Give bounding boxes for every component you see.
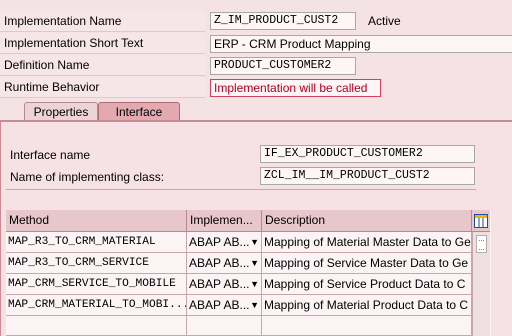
impl-name-field[interactable]: Z_IM_PRODUCT_CUST2: [210, 12, 356, 30]
table-row-implementation-value: ABAP AB...: [189, 235, 250, 249]
table-row-empty: [6, 316, 187, 336]
impl-status-text: Active: [368, 14, 401, 28]
table-row-description[interactable]: Mapping of Service Product Data to C: [262, 274, 472, 295]
table-row-empty: [187, 316, 262, 336]
column-layout-icon[interactable]: [472, 210, 490, 232]
interface-name-label: Interface name: [10, 148, 91, 162]
short-text-field[interactable]: ERP - CRM Product Mapping: [210, 35, 512, 53]
runtime-behavior-field[interactable]: Implementation will be called: [210, 79, 381, 97]
triangle-down-icon[interactable]: ▼: [250, 232, 259, 252]
table-row-implementation[interactable]: ABAP AB... ▼: [187, 295, 262, 316]
interface-divider: [6, 189, 476, 190]
implementing-class-label: Name of implementing class:: [10, 170, 165, 184]
table-row-implementation-value: ABAP AB...: [189, 298, 250, 312]
triangle-down-icon[interactable]: ▼: [250, 253, 259, 273]
table-row-implementation-value: ABAP AB...: [189, 277, 250, 291]
short-text-label: Implementation Short Text: [0, 33, 205, 54]
table-row-implementation-value: ABAP AB...: [189, 256, 250, 270]
table-row-method[interactable]: MAP_R3_TO_CRM_MATERIAL: [6, 232, 187, 253]
vertical-scrollbar[interactable]: [472, 232, 490, 336]
grip-icon: [479, 240, 484, 250]
column-header-implementation[interactable]: Implemen...: [187, 210, 262, 232]
interface-name-field[interactable]: IF_EX_PRODUCT_CUSTOMER2: [260, 145, 475, 163]
runtime-behavior-label: Runtime Behavior: [0, 77, 205, 98]
tab-interface[interactable]: Interface: [98, 102, 180, 121]
table-row-description[interactable]: Mapping of Material Product Data to C: [262, 295, 472, 316]
definition-name-label: Definition Name: [0, 55, 205, 76]
triangle-down-icon[interactable]: ▼: [250, 295, 259, 315]
table-row-implementation[interactable]: ABAP AB... ▼: [187, 232, 262, 253]
table-row-empty: [262, 316, 472, 336]
table-row-implementation[interactable]: ABAP AB... ▼: [187, 253, 262, 274]
column-header-description[interactable]: Description: [262, 210, 472, 232]
scrollbar-thumb[interactable]: [476, 235, 487, 253]
table-row-implementation[interactable]: ABAP AB... ▼: [187, 274, 262, 295]
column-header-method[interactable]: Method: [6, 210, 187, 232]
definition-name-field[interactable]: PRODUCT_CUSTOMER2: [210, 57, 356, 75]
impl-name-label: Implementation Name: [0, 11, 205, 32]
tab-properties[interactable]: Properties: [24, 102, 98, 121]
triangle-down-icon[interactable]: ▼: [250, 274, 259, 294]
table-row-method[interactable]: MAP_R3_TO_CRM_SERVICE: [6, 253, 187, 274]
table-row-description[interactable]: Mapping of Material Master Data to Ge: [262, 232, 472, 253]
table-row-method[interactable]: MAP_CRM_SERVICE_TO_MOBILE: [6, 274, 187, 295]
table-row-description[interactable]: Mapping of Service Master Data to Ge: [262, 253, 472, 274]
table-row-method[interactable]: MAP_CRM_MATERIAL_TO_MOBI...: [6, 295, 187, 316]
implementing-class-field[interactable]: ZCL_IM__IM_PRODUCT_CUST2: [260, 167, 475, 185]
